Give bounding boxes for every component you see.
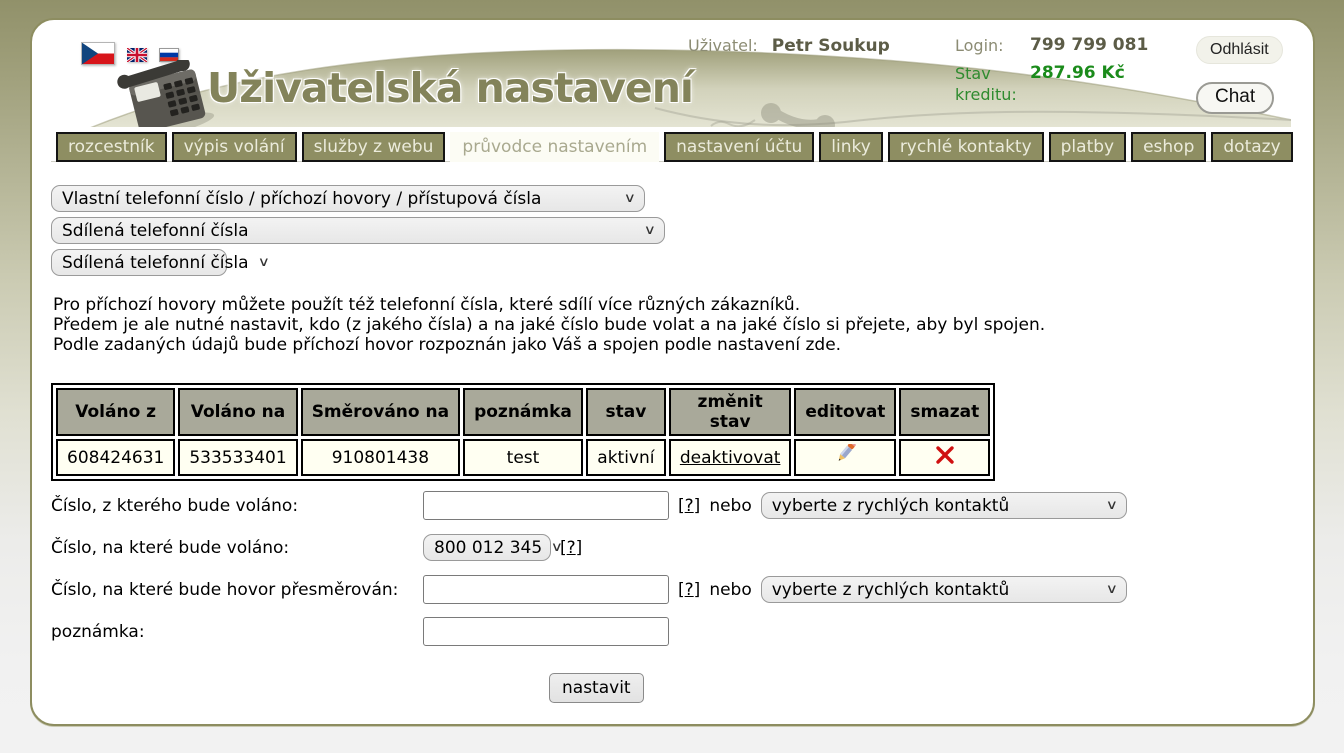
bracket: ] bbox=[576, 538, 583, 558]
select-value: vyberte z rychlých kontaktů bbox=[772, 496, 1009, 516]
czech-flag-icon[interactable] bbox=[81, 42, 115, 65]
redirect-label: Číslo, na které bude hovor přesměrován: bbox=[51, 580, 423, 600]
cell-delete bbox=[899, 439, 990, 476]
redirect-input[interactable] bbox=[423, 575, 669, 604]
subpage-select-value: Sdílená telefonní čísla bbox=[62, 253, 249, 273]
intro-line-3: Podle zadaných údajů bude příchozí hovor… bbox=[53, 335, 1295, 355]
tab-sluzby-z-webu[interactable]: služby z webu bbox=[302, 132, 446, 162]
cell-note: test bbox=[463, 439, 583, 476]
user-label: Uživatel: bbox=[688, 36, 758, 55]
col-routed-to: Směrováno na bbox=[301, 388, 460, 436]
note-label: poznámka: bbox=[51, 622, 423, 642]
chevron-down-icon: ∨ bbox=[624, 191, 636, 206]
question-link[interactable]: ? bbox=[567, 538, 576, 558]
user-info: Uživatel: Petr Soukup bbox=[688, 36, 890, 56]
tab-linky[interactable]: linky bbox=[819, 132, 883, 162]
main-window: Uživatelská nastavení Uživatel: Petr Souk… bbox=[30, 18, 1315, 726]
bracket: ] bbox=[694, 580, 701, 600]
tab-rozcestnik[interactable]: rozcestník bbox=[56, 132, 167, 162]
called-from-label: Číslo, z kterého bude voláno: bbox=[51, 496, 423, 516]
subpage-select[interactable]: Sdílená telefonní čísla ∨ bbox=[51, 249, 227, 276]
called-to-label: Číslo, na které bude voláno: bbox=[51, 538, 423, 558]
cell-called-to: 533533401 bbox=[178, 439, 297, 476]
login-label: Login: bbox=[955, 36, 1004, 55]
main-navigation: rozcestník výpis volání služby z webu pr… bbox=[51, 132, 1293, 162]
credit-label: Stav kreditu: bbox=[955, 63, 1025, 105]
col-delete: smazat bbox=[899, 388, 990, 436]
form-row-called-from: Číslo, z kterého bude voláno: [?] nebo v… bbox=[51, 491, 1295, 520]
note-input[interactable] bbox=[423, 617, 669, 646]
tab-nastaveni-uctu[interactable]: nastavení účtu bbox=[664, 132, 814, 162]
red-x-icon[interactable] bbox=[934, 445, 956, 465]
question-link[interactable]: ? bbox=[685, 580, 694, 600]
help-link[interactable]: [?] bbox=[560, 538, 582, 558]
submit-button[interactable]: nastavit bbox=[549, 673, 644, 703]
help-link[interactable]: [?] bbox=[678, 580, 700, 600]
logout-button[interactable]: Odhlásit bbox=[1196, 36, 1283, 64]
chevron-down-icon: ∨ bbox=[257, 255, 269, 270]
page-title: Uživatelská nastavení bbox=[207, 64, 693, 112]
chevron-down-icon: ∨ bbox=[1106, 582, 1118, 597]
quick-contacts-select-redirect[interactable]: vyberte z rychlých kontaktů ∨ bbox=[761, 576, 1127, 603]
tab-pruvodce-nastavenim[interactable]: průvodce nastavením bbox=[450, 132, 659, 162]
called-number-select[interactable]: 800 012 345 ∨ bbox=[423, 534, 551, 561]
subcategory-select[interactable]: Sdílená telefonní čísla ∨ bbox=[51, 217, 665, 244]
help-link[interactable]: [?] bbox=[678, 496, 700, 516]
user-name: Petr Soukup bbox=[772, 36, 890, 56]
select-value: 800 012 345 bbox=[434, 538, 542, 558]
intro-text: Pro příchozí hovory můžete použít též te… bbox=[53, 295, 1295, 355]
chevron-down-icon: ∨ bbox=[644, 223, 656, 238]
col-called-from: Voláno z bbox=[56, 388, 175, 436]
select-value: vyberte z rychlých kontaktů bbox=[772, 580, 1009, 600]
category-select-value: Vlastní telefonní číslo / příchozí hovor… bbox=[62, 189, 541, 209]
tab-dotazy[interactable]: dotazy bbox=[1211, 132, 1292, 162]
tab-rychle-kontakty[interactable]: rychlé kontakty bbox=[888, 132, 1044, 162]
bracket: [ bbox=[678, 496, 685, 516]
cell-status: aktivní bbox=[586, 439, 666, 476]
route-form: Číslo, z kterého bude voláno: [?] nebo v… bbox=[51, 491, 1295, 703]
pencil-icon[interactable] bbox=[832, 444, 858, 466]
chevron-down-icon: ∨ bbox=[551, 540, 563, 555]
subcategory-select-value: Sdílená telefonní čísla bbox=[62, 221, 249, 241]
col-change-status: změnit stav bbox=[669, 388, 792, 436]
col-note: poznámka bbox=[463, 388, 583, 436]
col-edit: editovat bbox=[794, 388, 896, 436]
phone-image bbox=[115, 60, 219, 127]
col-called-to: Voláno na bbox=[178, 388, 297, 436]
quick-contacts-select-from[interactable]: vyberte z rychlých kontaktů ∨ bbox=[761, 492, 1127, 519]
deactivate-link[interactable]: deaktivovat bbox=[680, 448, 781, 468]
intro-line-1: Pro příchozí hovory můžete použít též te… bbox=[53, 295, 1295, 315]
login-value: 799 799 081 bbox=[1030, 35, 1148, 55]
cell-change-status: deaktivovat bbox=[669, 439, 792, 476]
col-status: stav bbox=[586, 388, 666, 436]
form-row-redirect: Číslo, na které bude hovor přesměrován: … bbox=[51, 575, 1295, 604]
intro-line-2: Předem je ale nutné nastavit, kdo (z jak… bbox=[53, 315, 1295, 335]
bracket: ] bbox=[694, 496, 701, 516]
form-row-called-to: Číslo, na které bude voláno: 800 012 345… bbox=[51, 533, 1295, 562]
table-header-row: Voláno z Voláno na Směrováno na poznámka… bbox=[56, 388, 990, 436]
bracket: [ bbox=[678, 580, 685, 600]
category-select[interactable]: Vlastní telefonní číslo / příchozí hovor… bbox=[51, 185, 645, 212]
question-link[interactable]: ? bbox=[685, 496, 694, 516]
chat-button[interactable]: Chat bbox=[1196, 82, 1274, 114]
cell-routed-to: 910801438 bbox=[301, 439, 460, 476]
or-label: nebo bbox=[709, 580, 751, 600]
tab-platby[interactable]: platby bbox=[1049, 132, 1126, 162]
table-row: 608424631 533533401 910801438 test aktiv… bbox=[56, 439, 990, 476]
or-label: nebo bbox=[709, 496, 751, 516]
tab-eshop[interactable]: eshop bbox=[1131, 132, 1206, 162]
tab-vypis-volani[interactable]: výpis volání bbox=[172, 132, 297, 162]
form-row-note: poznámka: bbox=[51, 617, 1295, 646]
called-from-input[interactable] bbox=[423, 491, 669, 520]
cell-edit bbox=[794, 439, 896, 476]
chevron-down-icon: ∨ bbox=[1106, 498, 1118, 513]
shared-numbers-table: Voláno z Voláno na Směrováno na poznámka… bbox=[51, 383, 995, 481]
content-area: Vlastní telefonní číslo / příchozí hovor… bbox=[51, 185, 1295, 703]
cell-called-from: 608424631 bbox=[56, 439, 175, 476]
credit-value: 287.96 Kč bbox=[1030, 63, 1125, 83]
